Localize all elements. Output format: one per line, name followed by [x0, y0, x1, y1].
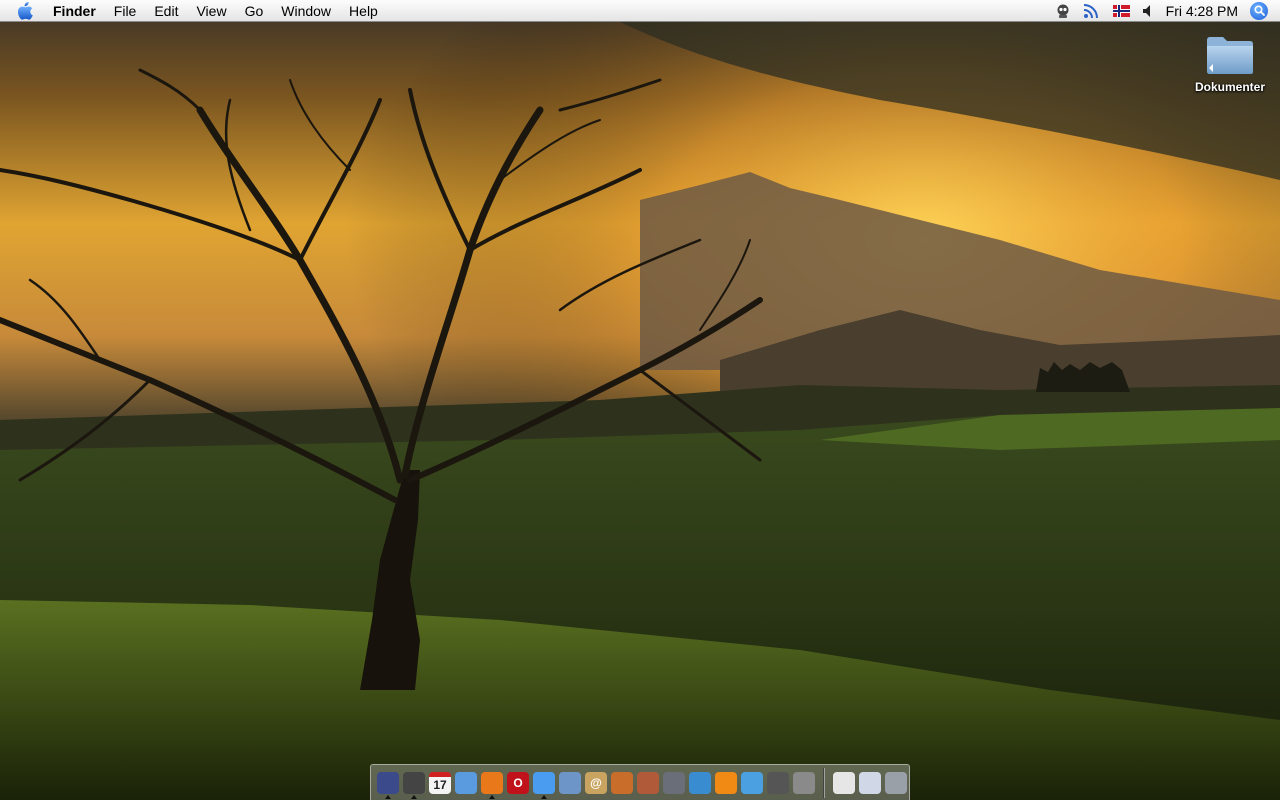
- norwegian-flag-icon[interactable]: [1112, 0, 1130, 22]
- dock: 17 O @: [370, 764, 910, 800]
- dock-item[interactable]: 17: [427, 768, 453, 798]
- numbers-icon: [689, 771, 711, 794]
- menu-file[interactable]: File: [105, 0, 146, 22]
- dock-item[interactable]: [375, 768, 401, 799]
- preview-icon: [637, 771, 659, 794]
- dock-item[interactable]: [883, 768, 909, 798]
- desktop-icon-dokumenter[interactable]: Dokumenter: [1184, 34, 1276, 94]
- menu-go[interactable]: Go: [236, 0, 273, 22]
- opera-icon: O: [507, 771, 529, 794]
- running-indicator: [541, 794, 547, 799]
- status-area: Fri 4:28 PM: [1055, 0, 1280, 22]
- desktop-icon-label: Dokumenter: [1194, 80, 1265, 94]
- menu-finder[interactable]: Finder: [53, 0, 105, 22]
- menu-window[interactable]: Window: [272, 0, 340, 22]
- menu-clock[interactable]: Fri 4:28 PM: [1166, 3, 1238, 19]
- ichat-icon: [533, 771, 555, 794]
- apple-menu-icon[interactable]: [17, 0, 39, 22]
- dock-item[interactable]: [687, 768, 713, 798]
- safari-icon: [455, 771, 477, 794]
- dashboard-clock-icon: [403, 771, 425, 794]
- stack-folder-icon: [833, 771, 855, 794]
- trash-icon: [885, 771, 907, 794]
- address-book-icon: @: [585, 771, 607, 794]
- vlc-icon: [715, 771, 737, 794]
- desktop-wallpaper: [0, 0, 1280, 800]
- dock-apps: 17 O @: [375, 768, 817, 799]
- robot-icon[interactable]: [1055, 0, 1071, 22]
- utilities-icon: [767, 771, 789, 794]
- dock-separator: [823, 767, 825, 798]
- running-indicator: [411, 794, 417, 799]
- dock-item[interactable]: [857, 768, 883, 798]
- menu-bar: Finder File Edit View Go Window Help Fri…: [0, 0, 1280, 22]
- dashboard-icon: [377, 771, 399, 794]
- dock-item[interactable]: O: [505, 768, 531, 798]
- menu-help[interactable]: Help: [340, 0, 387, 22]
- dock-item[interactable]: [453, 768, 479, 798]
- system-preferences-icon: [793, 771, 815, 794]
- dock-item[interactable]: [713, 768, 739, 798]
- dock-item[interactable]: @: [583, 768, 609, 798]
- dock-item[interactable]: [609, 768, 635, 798]
- dock-item[interactable]: [831, 768, 857, 798]
- text-document-icon: [859, 771, 881, 794]
- dock-item[interactable]: [479, 768, 505, 799]
- dock-item[interactable]: [401, 768, 427, 799]
- dock-item[interactable]: [635, 768, 661, 798]
- calendar-icon: 17: [429, 771, 451, 794]
- dock-item[interactable]: [765, 768, 791, 798]
- dock-item[interactable]: [791, 768, 817, 798]
- dock-item[interactable]: [531, 768, 557, 799]
- itunes-icon: [741, 771, 763, 794]
- pixel-editor-icon: [663, 771, 685, 794]
- spotlight-search-icon[interactable]: [1250, 1, 1268, 20]
- menu-view[interactable]: View: [187, 0, 235, 22]
- dock-item[interactable]: [661, 768, 687, 798]
- dock-item[interactable]: [557, 768, 583, 798]
- volume-icon[interactable]: [1142, 0, 1154, 22]
- dock-item[interactable]: [739, 768, 765, 798]
- menu-edit[interactable]: Edit: [145, 0, 187, 22]
- firefox-icon: [481, 771, 503, 794]
- iphoto-icon: [611, 771, 633, 794]
- rss-icon[interactable]: [1083, 0, 1101, 22]
- running-indicator: [489, 794, 495, 799]
- running-indicator: [385, 794, 391, 799]
- mail-icon: [559, 771, 581, 794]
- folder-icon: [1207, 37, 1253, 74]
- dock-documents: [831, 768, 909, 798]
